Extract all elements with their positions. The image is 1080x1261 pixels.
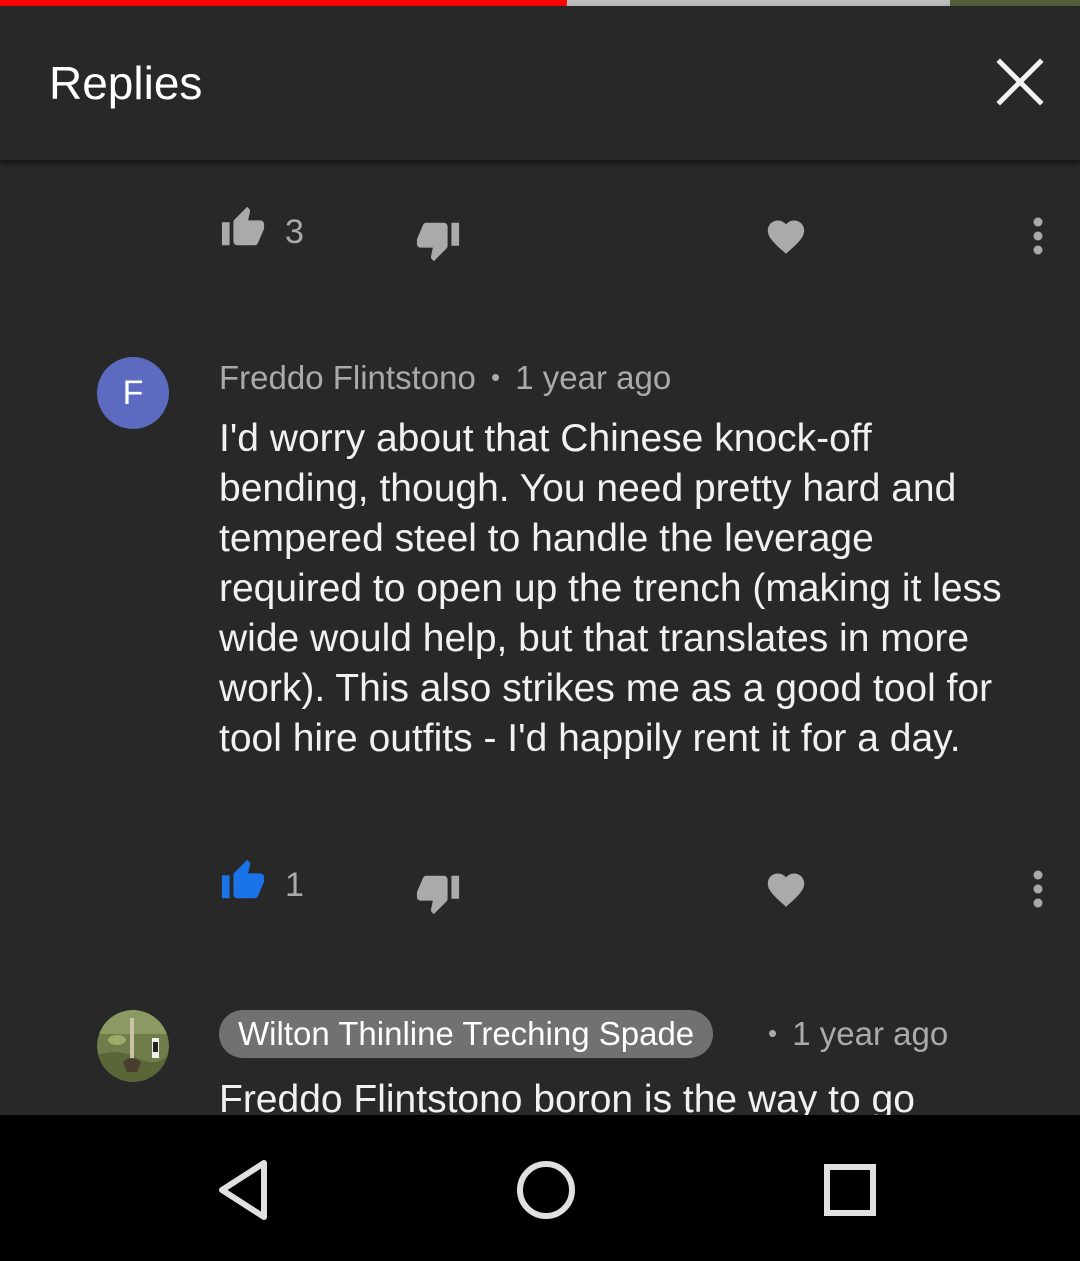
replies-header: Replies <box>0 6 1080 160</box>
avatar[interactable] <box>97 1010 169 1082</box>
comment-text: I'd worry about that Chinese knock-off b… <box>219 417 1002 760</box>
avatar[interactable]: F <box>97 357 169 429</box>
like-count: 3 <box>285 213 304 251</box>
comment-time: 1 year ago <box>515 359 672 396</box>
comment-item: F Freddo Flintstono • 1 year ago I'd wor… <box>0 330 1080 990</box>
recents-icon[interactable] <box>815 1155 885 1225</box>
system-nav-bar <box>0 1115 1080 1261</box>
comment-time: 1 year ago <box>792 1015 949 1052</box>
heart-icon[interactable] <box>764 868 808 908</box>
comment-text: Freddo Flintstono boron is the way to go <box>219 1078 915 1115</box>
heart-icon[interactable] <box>764 215 808 255</box>
comment-item: 3 <box>0 160 1080 330</box>
comment-meta: Freddo Flintstono • 1 year ago <box>219 359 671 397</box>
more-options-icon[interactable] <box>1030 869 1046 909</box>
home-icon[interactable] <box>511 1155 581 1225</box>
close-icon[interactable] <box>990 52 1050 112</box>
back-icon[interactable] <box>208 1155 278 1225</box>
like-count: 1 <box>285 866 304 904</box>
comment-meta: • 1 year ago <box>768 1015 948 1053</box>
thumbs-up-icon[interactable] <box>218 205 268 251</box>
thumbs-down-icon[interactable] <box>413 217 463 263</box>
thumbs-up-icon[interactable] <box>218 858 268 904</box>
author-name[interactable]: Freddo Flintstono <box>219 359 476 396</box>
more-options-icon[interactable] <box>1030 216 1046 256</box>
thumbs-down-icon[interactable] <box>413 870 463 916</box>
author-chip[interactable]: Wilton Thinline Treching Spade <box>219 1010 714 1058</box>
replies-list[interactable]: 3 F Freddo Flintstono • 1 year ago I'd w… <box>0 160 1080 1115</box>
separator-dot: • <box>490 362 501 392</box>
separator-dot: • <box>768 1018 778 1048</box>
comment-item: Wilton Thinline Treching Spade • 1 year … <box>0 990 1080 1115</box>
page-title: Replies <box>49 57 203 109</box>
